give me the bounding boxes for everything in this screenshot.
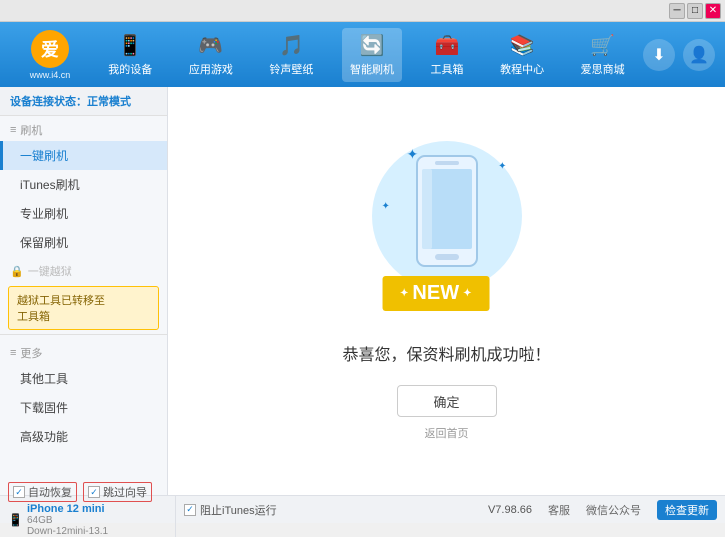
nav-ringtone-label: 铃声壁纸 — [269, 61, 313, 77]
customer-service-link[interactable]: 客服 — [548, 502, 570, 518]
header-right: ⬇ 👤 — [643, 39, 715, 71]
sidebar-item-pro-flash[interactable]: 专业刷机 — [0, 199, 167, 228]
checkbox-auto-restore-input[interactable]: ✓ — [13, 486, 25, 498]
sidebar: 设备连接状态：正常模式 ≡ 刷机 一键刷机 iTunes刷机 专业刷机 保留刷机… — [0, 87, 168, 495]
account-button[interactable]: 👤 — [683, 39, 715, 71]
ringtone-icon: 🎵 — [279, 33, 304, 58]
checkbox-skip-wizard[interactable]: ✓ 跳过向导 — [83, 482, 152, 502]
minimize-button[interactable]: ─ — [669, 3, 685, 19]
connection-status: 设备连接状态：正常模式 — [0, 87, 167, 116]
title-bar: ─ □ ✕ — [0, 0, 725, 22]
device-storage: 64GB — [27, 515, 108, 526]
sidebar-item-advanced[interactable]: 高级功能 — [0, 422, 167, 451]
toolbox-icon: 🧰 — [435, 33, 460, 58]
sidebar-item-download-fw[interactable]: 下载固件 — [0, 393, 167, 422]
status-value: 正常模式 — [87, 96, 131, 108]
content-area: ✦ ✦ ✦ NEW 恭 — [168, 87, 725, 495]
itunes-checkbox[interactable]: ✓ — [184, 504, 196, 516]
logo-icon: 爱 — [31, 30, 69, 68]
new-badge: NEW — [382, 276, 489, 311]
checkboxes-row: ✓ 自动恢复 ✓ 跳过向导 — [8, 482, 169, 502]
version-label: V7.98.66 — [488, 504, 532, 516]
phone-icon: 📱 — [8, 513, 23, 527]
wechat-link[interactable]: 微信公众号 — [586, 502, 641, 518]
device-info: iPhone 12 mini 64GB Down-12mini-13.1 — [27, 503, 108, 537]
sidebar-item-itunes-flash[interactable]: iTunes刷机 — [0, 170, 167, 199]
nav-store[interactable]: 🛒 爱思商城 — [573, 28, 633, 82]
logo-url: www.i4.cn — [30, 70, 71, 80]
section-flash: ≡ 刷机 — [0, 116, 167, 141]
main-area: 设备连接状态：正常模式 ≡ 刷机 一键刷机 iTunes刷机 专业刷机 保留刷机… — [0, 87, 725, 495]
nav-smart-flash[interactable]: 🔄 智能刷机 — [342, 28, 402, 82]
itunes-label: 阻止iTunes运行 — [200, 502, 277, 518]
flash-icon: 🔄 — [360, 33, 385, 58]
maximize-button[interactable]: □ — [687, 3, 703, 19]
sidebar-item-one-key-flash[interactable]: 一键刷机 — [0, 141, 167, 170]
nav-smart-flash-label: 智能刷机 — [350, 61, 394, 77]
success-text: 恭喜您，保资料刷机成功啦！ — [342, 341, 550, 365]
checkbox-auto-restore-label: 自动恢复 — [28, 484, 72, 500]
sparkle-1: ✦ — [407, 146, 419, 163]
nav-app-game[interactable]: 🎮 应用游戏 — [181, 28, 241, 82]
sparkle-2: ✦ — [498, 161, 506, 172]
device-model: Down-12mini-13.1 — [27, 526, 108, 537]
checkbox-auto-restore[interactable]: ✓ 自动恢复 — [8, 482, 77, 502]
confirm-button[interactable]: 确定 — [397, 385, 497, 417]
sidebar-divider — [0, 334, 167, 335]
itunes-bar[interactable]: ✓ 阻止iTunes运行 — [176, 502, 285, 518]
device-info-row: 📱 iPhone 12 mini 64GB Down-12mini-13.1 — [8, 503, 169, 537]
nav-tutorial[interactable]: 📚 教程中心 — [492, 28, 552, 82]
store-icon: 🛒 — [590, 33, 615, 58]
checkbox-skip-wizard-label: 跳过向导 — [103, 484, 147, 500]
sidebar-item-save-flash[interactable]: 保留刷机 — [0, 228, 167, 257]
tutorial-icon: 📚 — [510, 33, 535, 58]
nav-store-label: 爱思商城 — [581, 61, 625, 77]
nav-my-device-label: 我的设备 — [108, 61, 152, 77]
section-jailbreak: 🔒 一键越狱 — [0, 257, 167, 282]
window-controls[interactable]: ─ □ ✕ — [669, 3, 721, 19]
nav-tutorial-label: 教程中心 — [500, 61, 544, 77]
nav-my-device[interactable]: 📱 我的设备 — [100, 28, 160, 82]
jailbreak-info-box[interactable]: 越狱工具已转移至 工具箱 — [8, 286, 159, 330]
nav-app-game-label: 应用游戏 — [189, 61, 233, 77]
nav-ringtone[interactable]: 🎵 铃声壁纸 — [261, 28, 321, 82]
return-home-link[interactable]: 返回首页 — [425, 425, 469, 441]
check-update-button[interactable]: 检查更新 — [657, 500, 717, 520]
checkbox-skip-wizard-input[interactable]: ✓ — [88, 486, 100, 498]
device-icon: 📱 — [118, 33, 143, 58]
logo[interactable]: 爱 www.i4.cn — [10, 30, 90, 80]
download-button[interactable]: ⬇ — [643, 39, 675, 71]
sparkle-3: ✦ — [382, 201, 390, 212]
nav-toolbox[interactable]: 🧰 工具箱 — [423, 28, 472, 82]
nav-items: 📱 我的设备 🎮 应用游戏 🎵 铃声壁纸 🔄 智能刷机 🧰 工具箱 📚 教程中心… — [90, 28, 643, 82]
header: 爱 www.i4.cn 📱 我的设备 🎮 应用游戏 🎵 铃声壁纸 🔄 智能刷机 … — [0, 22, 725, 87]
app-icon: 🎮 — [198, 33, 223, 58]
nav-toolbox-label: 工具箱 — [431, 61, 464, 77]
bottom-right: V7.98.66 客服 微信公众号 检查更新 — [488, 500, 717, 520]
bottom-left: ✓ 自动恢复 ✓ 跳过向导 📱 iPhone 12 mini 64GB Down… — [8, 482, 176, 537]
section-more: ≡ 更多 — [0, 339, 167, 364]
phone-svg — [407, 151, 487, 291]
success-illustration: ✦ ✦ ✦ NEW — [367, 141, 527, 321]
bottom-bar: ✓ 自动恢复 ✓ 跳过向导 📱 iPhone 12 mini 64GB Down… — [0, 495, 725, 523]
sidebar-item-other-tools[interactable]: 其他工具 — [0, 364, 167, 393]
phone-container: ✦ ✦ ✦ NEW — [367, 141, 527, 321]
device-name: iPhone 12 mini — [27, 503, 108, 515]
close-button[interactable]: ✕ — [705, 3, 721, 19]
status-label: 设备连接状态： — [10, 96, 87, 108]
